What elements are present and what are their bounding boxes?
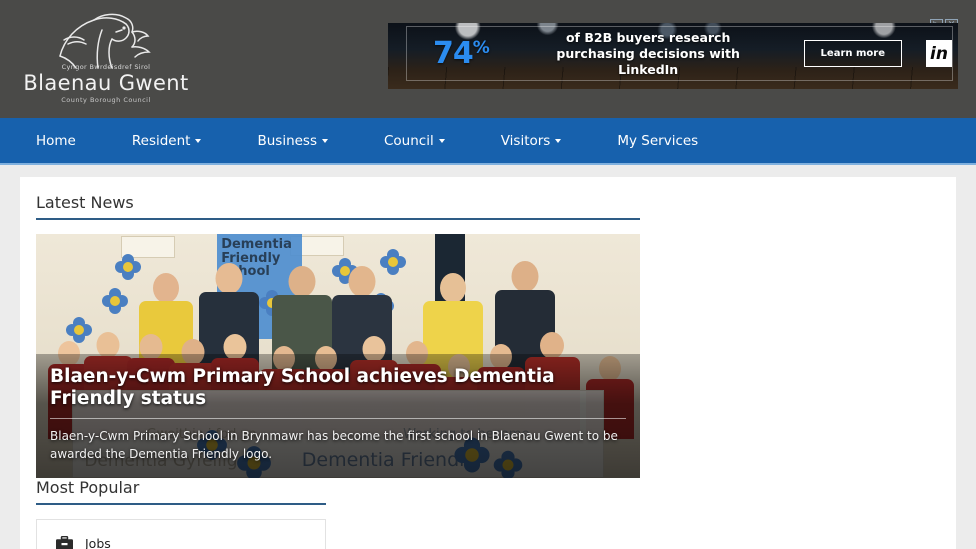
featured-news-description: Blaen-y-Cwm Primary School in Brynmawr h… [50, 428, 618, 462]
briefcase-icon [51, 535, 77, 549]
content-container: Latest News Dementia Friendly School Bla… [20, 177, 956, 549]
nav-item-council[interactable]: Council [384, 133, 445, 149]
logo-name: Blaenau Gwent [23, 70, 189, 95]
most-popular-item-jobs[interactable]: Jobs [37, 520, 325, 549]
nav-item-business[interactable]: Business [257, 133, 328, 149]
nav-item-visitors[interactable]: Visitors [501, 133, 562, 149]
chevron-down-icon [195, 138, 202, 143]
nav-item-my-services[interactable]: My Services [617, 133, 698, 149]
site-header: Cyngor Bwrdeisdref Sirol Blaenau Gwent C… [0, 0, 976, 118]
featured-news-card[interactable]: Gweithio i fod yn Working to become Deme… [36, 234, 640, 478]
most-popular-list: Jobs Waste and Recycling £ [36, 519, 326, 549]
most-popular-column: Most Popular Jobs [36, 478, 326, 549]
nav-label: Home [36, 132, 76, 149]
nav-label: Visitors [500, 132, 551, 149]
chevron-down-icon [555, 138, 562, 143]
advertisement[interactable]: ▷ ✕ 74% of B2B buyers research purchasin… [388, 19, 958, 95]
nav-label: Resident [131, 132, 191, 149]
ad-copy-line-1: of B2B buyers research [565, 29, 731, 45]
chevron-down-icon [322, 138, 328, 143]
ad-copy: of B2B buyers research purchasing decisi… [529, 30, 768, 78]
page-body: Latest News Dementia Friendly School Bla… [0, 165, 976, 549]
ad-learn-more-button[interactable]: Learn more [803, 40, 902, 67]
nav-label: Council [384, 132, 434, 149]
linkedin-logo-icon: in [926, 40, 952, 67]
logo-welsh-line: Cyngor Bwrdeisdref Sirol [61, 62, 151, 71]
nav-item-home[interactable]: Home [36, 133, 76, 149]
ad-banner[interactable]: 74% of B2B buyers research purchasing de… [388, 23, 958, 89]
ad-percent: 74% [433, 36, 490, 71]
latest-news-column: Latest News Dementia Friendly School Bla… [36, 193, 640, 478]
logo-english-line: County Borough Council [61, 96, 151, 104]
ad-content: 74% of B2B buyers research purchasing de… [406, 26, 953, 81]
chevron-down-icon [438, 138, 445, 143]
nav-item-resident[interactable]: Resident [132, 133, 202, 149]
ad-copy-line-2: purchasing decisions with LinkedIn [556, 45, 740, 77]
nav-label: My Services [617, 132, 699, 149]
most-popular-header: Most Popular [36, 478, 326, 505]
main-navigation: Home Resident Business Council Visitors … [0, 118, 976, 165]
featured-news-title: Blaen-y-Cwm Primary School achieves Deme… [50, 366, 626, 419]
latest-news-heading: Latest News [36, 193, 134, 212]
most-popular-label: Jobs [85, 535, 111, 549]
most-popular-heading: Most Popular [36, 478, 140, 497]
latest-news-header: Latest News [36, 193, 640, 220]
featured-news-overlay: Blaen-y-Cwm Primary School achieves Deme… [36, 354, 640, 478]
nav-label: Business [257, 132, 317, 149]
site-logo[interactable]: Cyngor Bwrdeisdref Sirol Blaenau Gwent C… [23, 8, 188, 108]
